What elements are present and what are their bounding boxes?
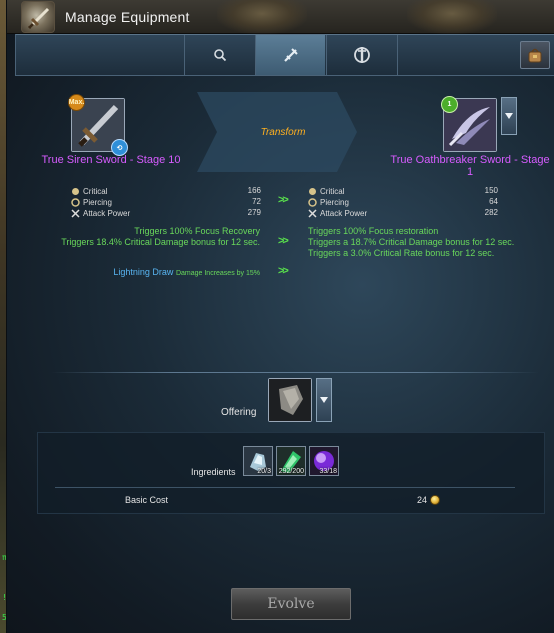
tab-divider: [397, 35, 398, 75]
source-piercing-value: 72: [252, 197, 261, 206]
skill-name: Lightning Draw: [113, 267, 174, 277]
transform-label: Transform: [260, 127, 306, 138]
evolve-button[interactable]: Evolve: [231, 588, 351, 620]
transform-icon: [283, 48, 298, 62]
title-ornament: [407, 0, 497, 34]
ingredient-slot[interactable]: 20/3: [243, 446, 273, 476]
evolve-icon: [353, 47, 370, 63]
basic-cost-value: 24: [417, 495, 428, 505]
ingredient-slot[interactable]: 292/200: [276, 446, 306, 476]
bag-icon: [528, 48, 542, 63]
source-skill-line: Lightning Draw Damage Increases by 15%: [113, 267, 260, 277]
stat-label: Attack Power: [320, 209, 368, 218]
max-badge: Max.: [68, 94, 85, 111]
ingredient-slot[interactable]: 33/18: [309, 446, 339, 476]
target-effect-line: Triggers a 3.0% Critical Rate bonus for …: [308, 248, 495, 258]
target-piercing-value: 64: [489, 197, 498, 206]
target-item-slot[interactable]: 1: [441, 96, 497, 152]
ingredients-label: Ingredients: [191, 467, 236, 477]
compare-arrow: >>: [278, 265, 289, 277]
source-stat-critical: Critical: [71, 186, 107, 197]
target-attack-power-value: 282: [484, 208, 498, 217]
source-critical-value: 166: [247, 186, 261, 195]
tab-bar: [15, 34, 554, 76]
title-ornament: [217, 0, 307, 34]
compare-arrow: >>: [278, 235, 289, 247]
piercing-icon: [71, 198, 80, 207]
section-divider: [51, 372, 539, 373]
basic-cost-label: Basic Cost: [125, 495, 169, 505]
cost-divider: [55, 487, 515, 488]
chevron-down-icon: [505, 113, 513, 119]
inventory-bag-button[interactable]: [520, 41, 550, 69]
source-stat-attack-power: Attack Power: [71, 208, 130, 219]
source-effect-line: Triggers 18.4% Critical Damage bonus for…: [61, 237, 260, 247]
target-effect-line: Triggers 100% Focus restoration: [308, 226, 439, 236]
source-stat-piercing: Piercing: [71, 197, 112, 208]
skill-detail: Damage Increases by 15%: [175, 270, 260, 277]
stage-badge: 1: [441, 96, 458, 113]
target-critical-value: 150: [484, 186, 498, 195]
manage-equipment-window: Manage Equipment Transform Max. ⟲ True S…: [6, 0, 554, 633]
attack-power-icon: [308, 209, 317, 218]
search-icon: [213, 49, 226, 62]
target-stat-piercing: Piercing: [308, 197, 349, 208]
chevron-down-icon: [320, 397, 328, 403]
stat-label: Piercing: [83, 198, 112, 207]
stat-label: Piercing: [320, 198, 349, 207]
tab-search[interactable]: [184, 35, 254, 75]
target-stat-critical: Critical: [308, 186, 344, 197]
ingredient-count: 292/200: [278, 468, 304, 475]
tab-transform[interactable]: [255, 35, 325, 75]
source-effect-line: Triggers 100% Focus Recovery: [134, 226, 260, 236]
window-title: Manage Equipment: [65, 9, 190, 25]
offering-slot[interactable]: [268, 378, 312, 422]
target-item-name: True Oathbreaker Sword - Stage 1: [390, 154, 550, 178]
offering-stone-icon: [269, 379, 311, 421]
piercing-icon: [308, 198, 317, 207]
offering-label: Offering: [221, 407, 257, 418]
target-item-dropdown[interactable]: [501, 97, 517, 135]
source-item-name: True Siren Sword - Stage 10: [41, 154, 181, 166]
stat-label: Critical: [83, 187, 108, 196]
sword-icon: [21, 1, 55, 33]
source-item-slot[interactable]: Max. ⟲: [68, 94, 128, 156]
source-attack-power-value: 279: [247, 208, 261, 217]
critical-icon: [308, 187, 317, 196]
critical-icon: [71, 187, 80, 196]
compare-arrow: >>: [278, 194, 289, 206]
stat-label: Attack Power: [83, 209, 131, 218]
target-effect-line: Triggers a 18.7% Critical Damage bonus f…: [308, 237, 515, 247]
attack-power-icon: [71, 209, 80, 218]
gold-coin-icon: [430, 495, 440, 505]
title-bar[interactable]: Manage Equipment: [7, 0, 554, 34]
stat-label: Critical: [320, 187, 345, 196]
ingredient-count: 33/18: [319, 468, 337, 475]
target-stat-attack-power: Attack Power: [308, 208, 367, 219]
offering-dropdown[interactable]: [316, 378, 332, 422]
ingredient-count: 20/3: [257, 468, 271, 475]
tab-evolve[interactable]: [326, 35, 396, 75]
